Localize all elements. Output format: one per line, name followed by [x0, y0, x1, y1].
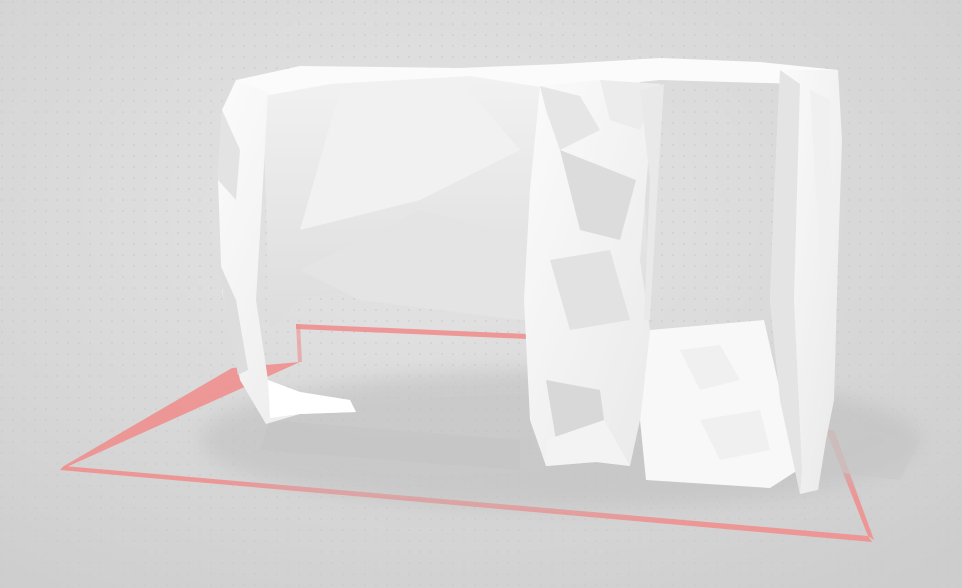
3d-viewport[interactable]: [0, 0, 962, 588]
viewport-scene[interactable]: [0, 0, 962, 588]
